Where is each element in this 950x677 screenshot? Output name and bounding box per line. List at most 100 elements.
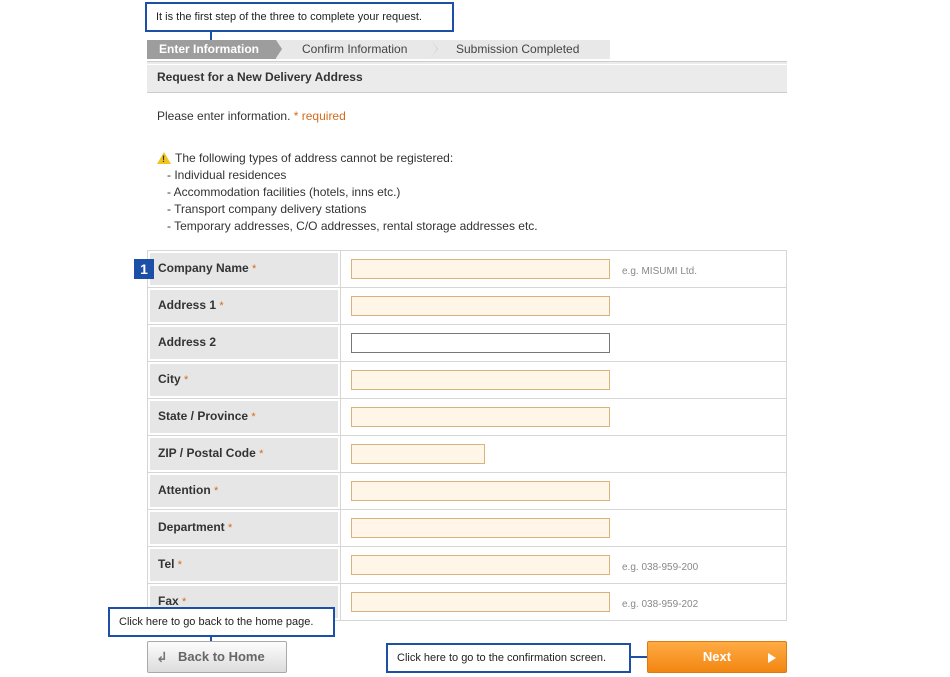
city-input[interactable] (351, 370, 610, 390)
section-title-text: Request for a New Delivery Address (157, 70, 363, 84)
required-note: * required (293, 109, 346, 123)
field-label-cell: Company Name * (148, 251, 340, 287)
field-cell (340, 288, 786, 324)
tel-input[interactable] (351, 555, 610, 575)
field-label-text: Tel (158, 557, 175, 571)
field-label-cell: Address 2 (148, 325, 340, 361)
field-label: ZIP / Postal Code * (150, 438, 338, 470)
step-arrow-icon (431, 40, 437, 58)
step-number-badge: 1 (134, 259, 154, 279)
next-button-label: Next (702, 649, 732, 664)
step-enter-information: Enter Information (147, 40, 282, 59)
progress-steps: Enter Information Confirm Information Su… (147, 40, 610, 59)
address-restriction-notice: ! The following types of address cannot … (157, 150, 538, 235)
return-arrow-icon: ↲ (156, 649, 168, 665)
notice-title-text: The following types of address cannot be… (175, 151, 454, 165)
field-label-text: Address 1 (158, 298, 217, 312)
back-hint-callout: Click here to go back to the home page. (108, 607, 335, 637)
intro-text: Please enter information. * required (157, 109, 346, 123)
form-row-company-name: Company Name * e.g. MISUMI Ltd. (148, 251, 786, 288)
required-mark: * (259, 448, 264, 460)
next-button[interactable]: Next (647, 641, 787, 673)
notice-title: ! The following types of address cannot … (157, 150, 538, 167)
fax-input[interactable] (351, 592, 610, 612)
required-mark: * (252, 263, 257, 275)
state-province-input[interactable] (351, 407, 610, 427)
field-label-text: City (158, 372, 181, 386)
warning-icon: ! (157, 151, 171, 164)
field-cell: e.g. MISUMI Ltd. (340, 251, 786, 287)
required-mark: * (251, 411, 256, 423)
field-cell (340, 510, 786, 546)
field-cell (340, 473, 786, 509)
section-title: Request for a New Delivery Address (147, 61, 787, 93)
next-hint-connector (631, 656, 647, 658)
field-label-cell: Address 1 * (148, 288, 340, 324)
required-mark: * (219, 300, 224, 312)
form-row-address-2: Address 2 (148, 325, 786, 362)
example-hint: e.g. MISUMI Ltd. (622, 265, 698, 277)
field-label-text: State / Province (158, 409, 249, 423)
step-label: Enter Information (159, 42, 260, 56)
back-button-label: Back to Home (178, 649, 265, 664)
field-label-text: Address 2 (158, 335, 217, 349)
step-label: Confirm Information (302, 42, 408, 56)
notice-list: - Individual residences - Accommodation … (157, 167, 538, 235)
form-row-address-1: Address 1 * (148, 288, 786, 325)
field-cell (340, 436, 786, 472)
field-label-text: Department (158, 520, 225, 534)
field-cell (340, 325, 786, 361)
field-label-cell: Department * (148, 510, 340, 546)
field-label-text: ZIP / Postal Code (158, 446, 256, 460)
form-row-attention: Attention * (148, 473, 786, 510)
field-cell (340, 362, 786, 398)
field-cell: e.g. 038-959-200 (340, 547, 786, 583)
company-name-input[interactable] (351, 259, 610, 279)
step-submission-completed: Submission Completed (431, 40, 610, 59)
list-item: - Accommodation facilities (hotels, inns… (167, 185, 401, 199)
required-mark: * (228, 522, 233, 534)
field-label-text: Attention (158, 483, 211, 497)
field-label: Tel * (150, 549, 338, 581)
field-label: Address 1 * (150, 290, 338, 322)
required-mark: * (214, 485, 219, 497)
field-label: Department * (150, 512, 338, 544)
field-label: Company Name * (150, 253, 338, 285)
form-row-zip-postal-code: ZIP / Postal Code * (148, 436, 786, 473)
list-item: - Individual residences (167, 168, 287, 182)
field-cell (340, 399, 786, 435)
example-hint: e.g. 038-959-200 (622, 561, 699, 573)
list-item: - Temporary addresses, C/O addresses, re… (167, 219, 538, 233)
back-to-home-button[interactable]: ↲ Back to Home (147, 641, 287, 673)
next-hint-callout: Click here to go to the confirmation scr… (386, 643, 631, 673)
field-label-text: Company Name (158, 261, 249, 275)
form-row-state-province: State / Province * (148, 399, 786, 436)
field-label: Address 2 (150, 327, 338, 359)
field-label-cell: Tel * (148, 547, 340, 583)
form-row-department: Department * (148, 510, 786, 547)
intro-instruction: Please enter information. (157, 109, 291, 123)
zip-postal-code-input[interactable] (351, 444, 485, 464)
attention-input[interactable] (351, 481, 610, 501)
required-mark: * (184, 374, 189, 386)
step-hint-callout: It is the first step of the three to com… (145, 2, 454, 32)
field-label-cell: State / Province * (148, 399, 340, 435)
field-label-cell: Attention * (148, 473, 340, 509)
field-label-cell: ZIP / Postal Code * (148, 436, 340, 472)
step-confirm-information: Confirm Information (276, 40, 438, 59)
example-hint: e.g. 038-959-202 (622, 598, 699, 610)
play-arrow-icon (768, 653, 776, 663)
field-label: City * (150, 364, 338, 396)
address-2-input[interactable] (351, 333, 610, 353)
list-item: - Transport company delivery stations (167, 202, 367, 216)
field-cell: e.g. 038-959-202 (340, 584, 786, 620)
department-input[interactable] (351, 518, 610, 538)
field-label-text: Fax (158, 594, 179, 608)
address-1-input[interactable] (351, 296, 610, 316)
form-row-tel: Tel * e.g. 038-959-200 (148, 547, 786, 584)
field-label: Attention * (150, 475, 338, 507)
required-mark: * (177, 559, 183, 571)
form-row-city: City * (148, 362, 786, 399)
field-label: State / Province * (150, 401, 338, 433)
field-label-cell: City * (148, 362, 340, 398)
